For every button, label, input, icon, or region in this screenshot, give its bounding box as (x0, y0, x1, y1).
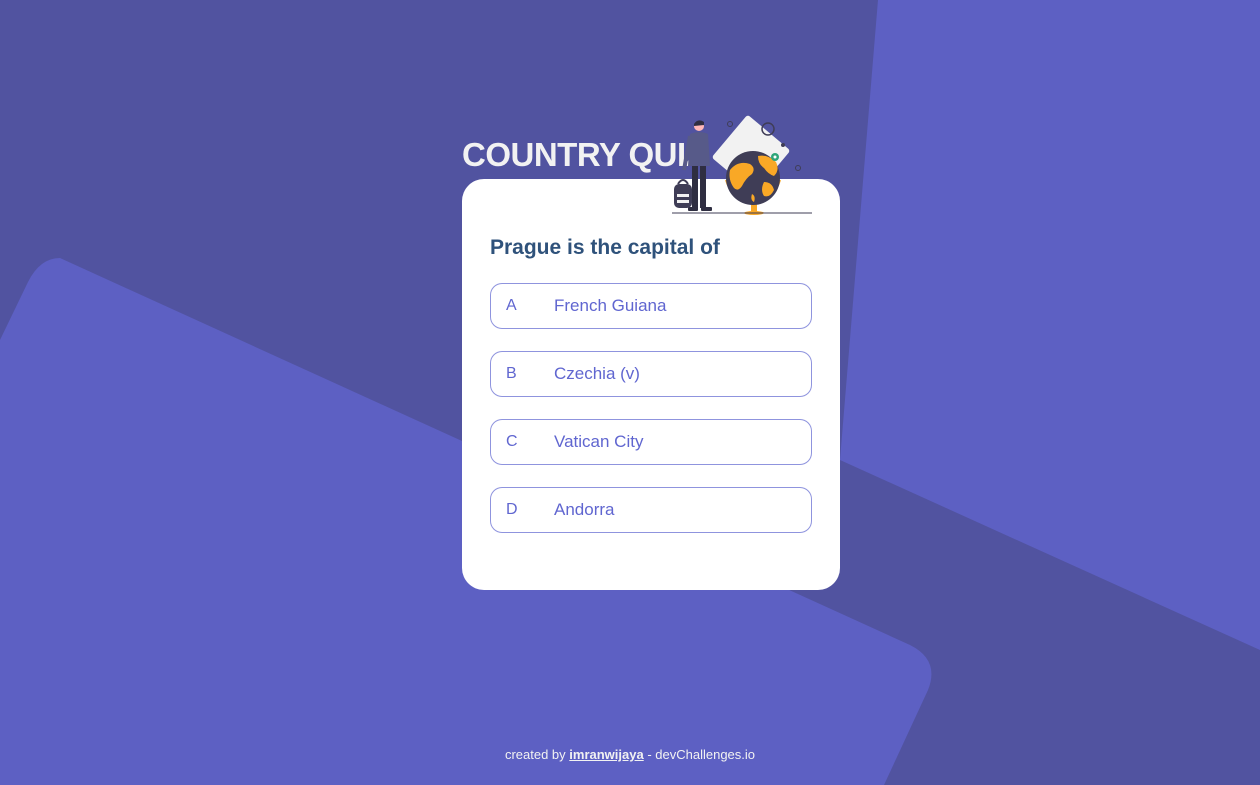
page: COUNTRY QUIZ Prague is the capital of A … (0, 0, 1260, 785)
option-answer: Vatican City (554, 432, 644, 451)
option-letter: A (506, 297, 517, 314)
option-letter: D (506, 501, 518, 518)
option-answer: French Guiana (554, 296, 667, 315)
answer-option-d[interactable]: D Andorra (490, 487, 812, 533)
footer-suffix: - devChallenges.io (647, 747, 756, 762)
author-link[interactable]: imranwijaya (569, 747, 643, 762)
quiz-card: Prague is the capital of A French Guiana… (462, 179, 840, 590)
footer-credit: created by imranwijaya - devChallenges.i… (0, 747, 1260, 762)
question-text: Prague is the capital of (490, 236, 720, 259)
answer-option-c[interactable]: C Vatican City (490, 419, 812, 465)
answer-option-a[interactable]: A French Guiana (490, 283, 812, 329)
footer-prefix: created by (504, 747, 566, 762)
option-answer: Andorra (554, 500, 615, 519)
option-letter: B (506, 365, 517, 382)
option-answer: Czechia (v) (554, 364, 640, 383)
traveler-globe-illustration-icon (672, 115, 812, 215)
option-letter: C (506, 433, 518, 450)
answer-option-b[interactable]: B Czechia (v) (490, 351, 812, 397)
